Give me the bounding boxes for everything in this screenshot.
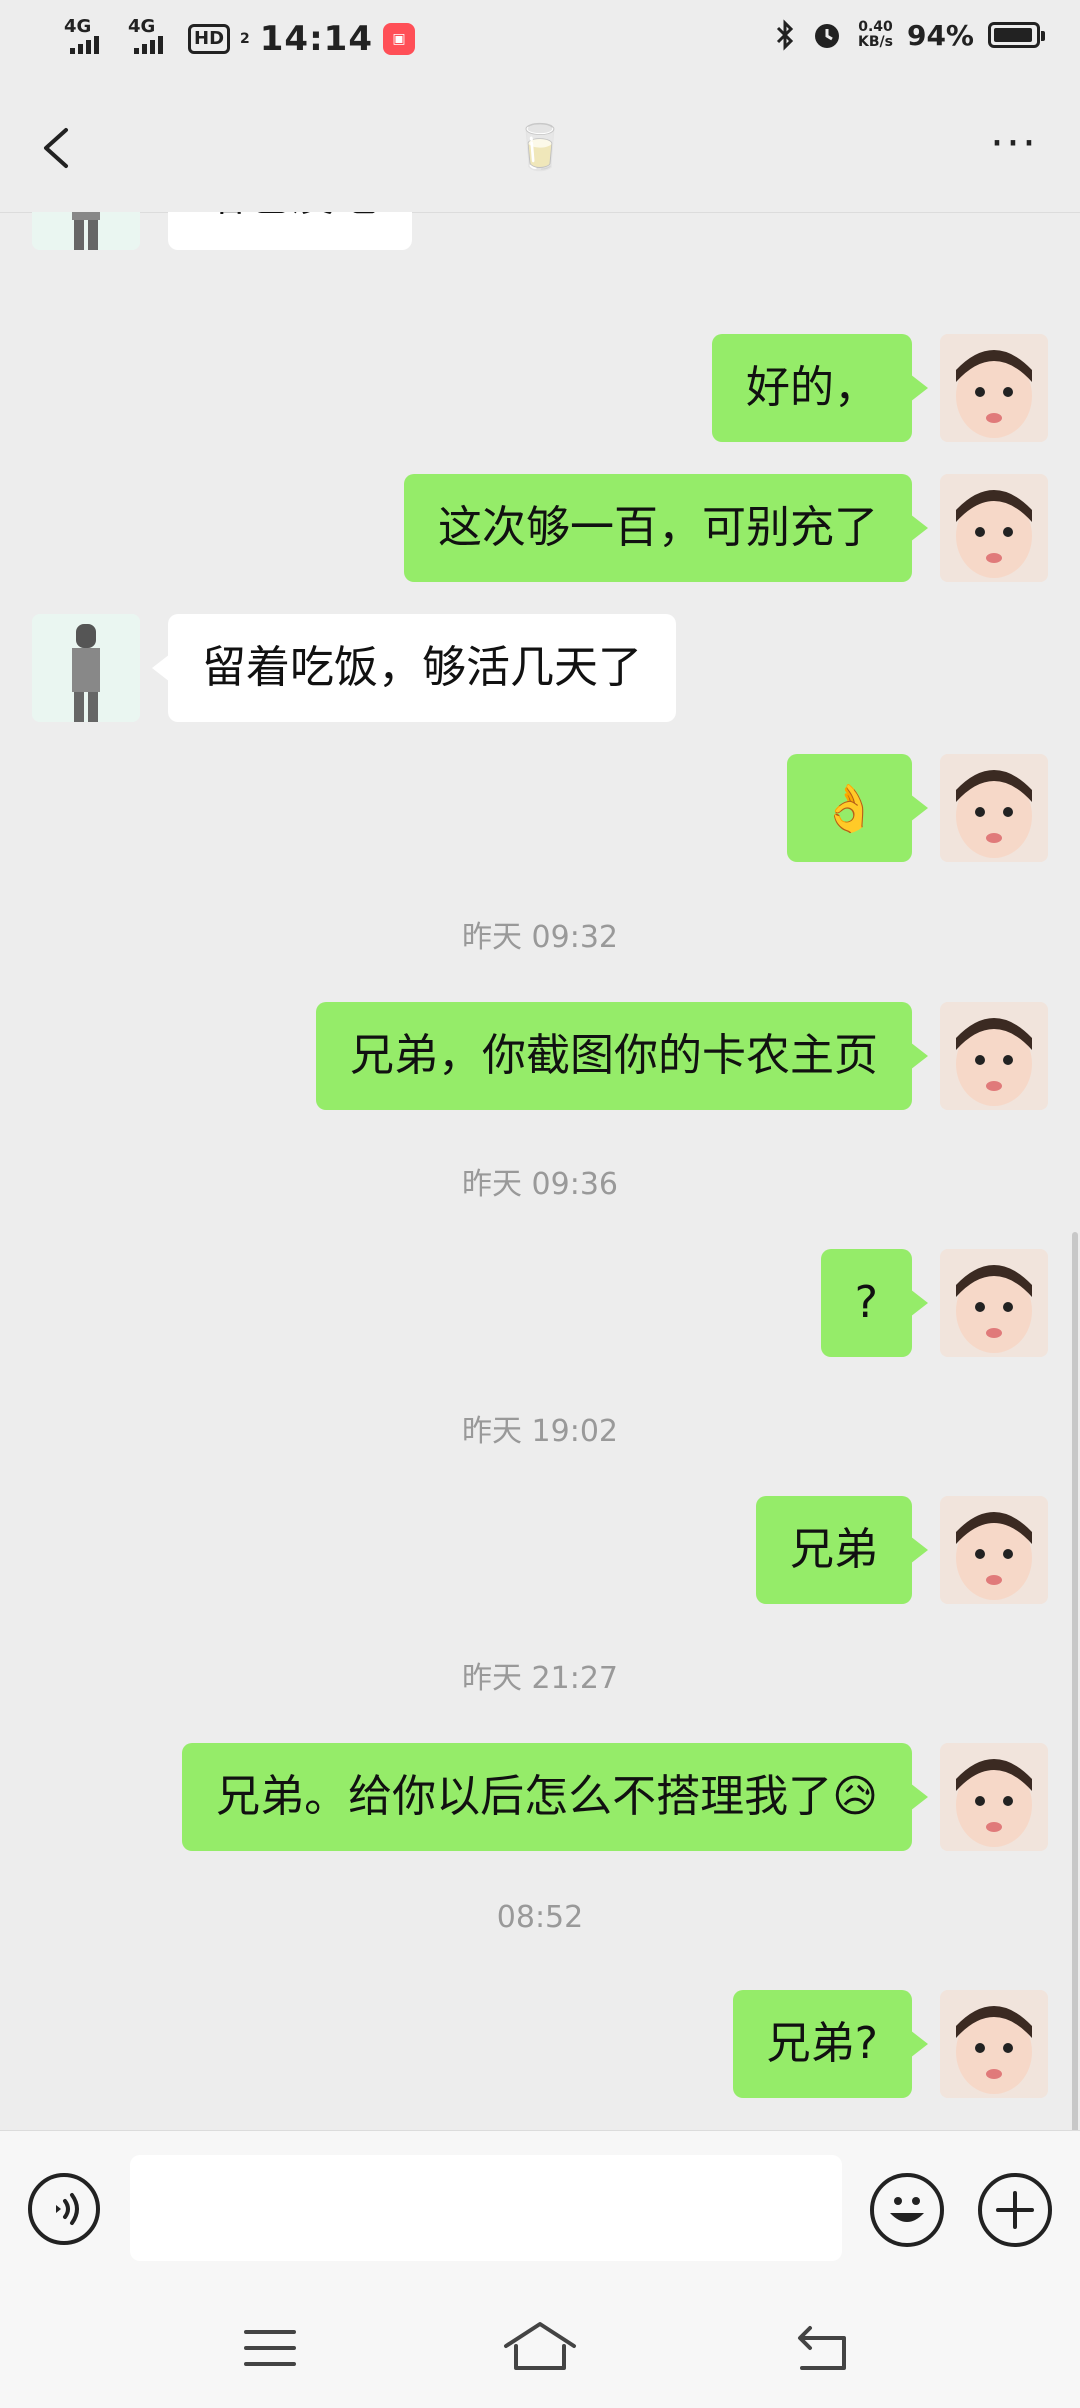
chat-title: 🥛 (512, 122, 568, 173)
my-avatar[interactable] (940, 334, 1048, 442)
my-avatar[interactable] (940, 474, 1048, 582)
network-speed-unit: KB/s (858, 34, 893, 50)
network-speed-value: 0.40 (858, 19, 893, 35)
emoji-button[interactable] (870, 2173, 944, 2247)
my-avatar[interactable] (940, 1990, 1048, 2098)
contact-avatar[interactable] (32, 614, 140, 722)
smiley-icon (890, 2197, 924, 2222)
timestamp: 昨天 09:32 (462, 920, 618, 955)
home-icon[interactable] (500, 2318, 580, 2378)
network-type: 4G (64, 16, 92, 37)
my-avatar[interactable] (940, 1249, 1048, 1357)
message-bubble[interactable]: 兄弟? (732, 1990, 929, 2098)
timestamp: 昨天 09:36 (462, 1167, 618, 1202)
notification-app-icon: ▣ (383, 23, 415, 55)
network-type-2: 4G (128, 16, 156, 37)
voice-input-button[interactable] (28, 2173, 100, 2245)
bluetooth-icon (776, 19, 794, 51)
signal-icon: 4G (60, 18, 114, 60)
message-bubble[interactable]: 啥也没吃 (168, 212, 412, 250)
clock: 14:14 (259, 19, 373, 59)
signal-icon-2: 4G (124, 18, 178, 60)
status-left: 4G 4G HD 2 14:14 ▣ (60, 18, 415, 60)
my-avatar[interactable] (940, 1496, 1048, 1604)
battery-percent: 94% (906, 18, 974, 52)
menu-icon[interactable] (230, 2318, 310, 2378)
message-bubble[interactable]: ? (820, 1249, 929, 1357)
hd-sub-label: 2 (240, 31, 250, 47)
battery-icon (988, 22, 1045, 48)
message-bubble[interactable]: 这次够一百，可别充了 (404, 474, 928, 582)
input-bar (0, 2130, 1080, 2289)
network-speed: 0.40 KB/s (858, 20, 893, 50)
hd-voice-icon: HD (188, 24, 231, 54)
my-avatar[interactable] (940, 1743, 1048, 1851)
message-bubble[interactable]: 👌 (786, 754, 929, 862)
status-bar: 4G 4G HD 2 14:14 ▣ 0.40 KB/s 94% (0, 0, 1080, 84)
message-bubble[interactable]: 兄弟 (756, 1496, 928, 1604)
my-avatar[interactable] (940, 1002, 1048, 1110)
status-right: 0.40 KB/s 94% (774, 18, 1045, 52)
timestamp: 08:52 (496, 1900, 584, 1935)
back-nav-icon[interactable] (780, 2318, 860, 2378)
message-list[interactable]: 啥也没吃 好的， 这次够一百，可别充了 留着吃饭，够活几天了 👌 昨天 09:3… (0, 212, 1080, 2130)
message-input[interactable] (130, 2155, 842, 2261)
timestamp: 昨天 19:02 (462, 1414, 618, 1449)
more-options-icon[interactable]: ··· (984, 122, 1044, 172)
chat-header: 🥛 ··· (0, 84, 1080, 213)
voice-icon (56, 2193, 79, 2225)
contact-avatar[interactable] (32, 212, 140, 250)
my-avatar[interactable] (940, 754, 1048, 862)
message-bubble[interactable]: 好的， (712, 334, 928, 442)
timestamp: 昨天 21:27 (462, 1661, 618, 1696)
plus-icon (996, 2191, 1034, 2229)
system-nav-bar (0, 2288, 1080, 2408)
message-bubble[interactable]: 兄弟，你截图你的卡农主页 (316, 1002, 928, 1110)
message-bubble[interactable]: 留着吃饭，够活几天了 (152, 614, 676, 722)
more-functions-button[interactable] (978, 2173, 1052, 2247)
alarm-icon (815, 24, 839, 48)
message-bubble[interactable]: 兄弟。给你以后怎么不搭理我了😥 (182, 1743, 928, 1851)
